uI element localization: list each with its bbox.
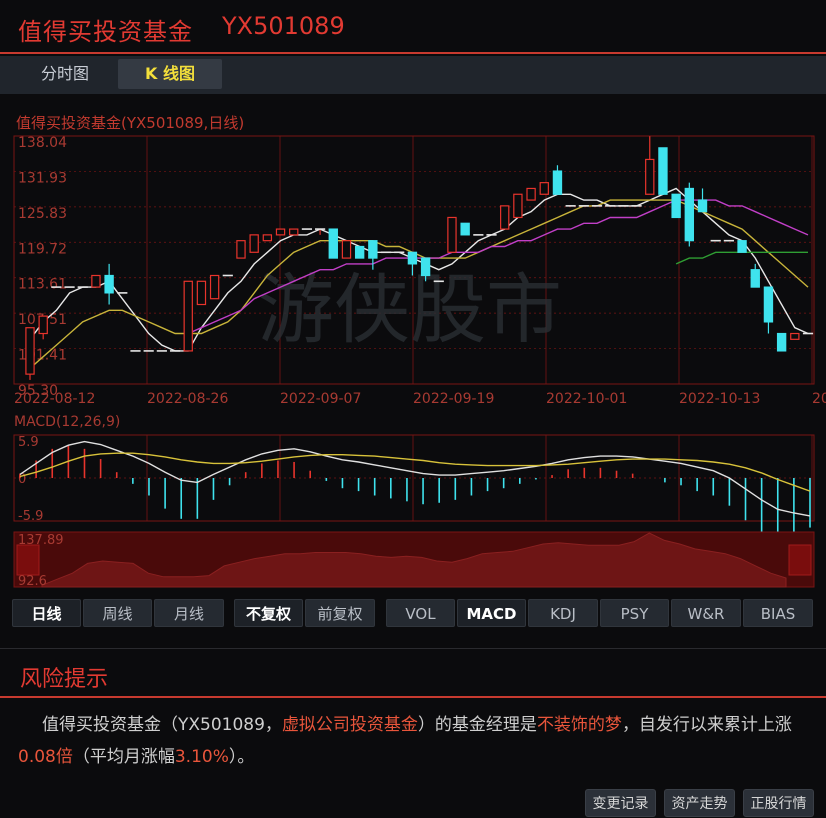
date-label: 2022-09-07 xyxy=(280,391,361,407)
fund-company: 虚拟公司投资基金 xyxy=(281,715,418,735)
indicator-macd-button[interactable]: MACD xyxy=(457,599,526,627)
candle-body xyxy=(25,327,35,375)
stock-quote-button[interactable]: 正股行情 xyxy=(743,789,814,817)
fund-code: YX501089 xyxy=(222,12,345,40)
chart-tabs: 分时图 K 线图 xyxy=(0,56,826,94)
period-day-button[interactable]: 日线 xyxy=(12,599,81,627)
overview-tick-label: 92.6 xyxy=(18,574,47,589)
date-label: 2022-09-19 xyxy=(413,391,494,407)
tab-kline[interactable]: K 线图 xyxy=(118,59,222,89)
candle-body xyxy=(671,193,681,219)
overview-right-handle xyxy=(788,544,812,576)
candle-body xyxy=(645,158,655,195)
candle-body xyxy=(526,187,536,201)
candle-body xyxy=(341,240,352,259)
indicator-wr-button[interactable]: W&R xyxy=(671,599,741,627)
indicator-bias-button[interactable]: BIAS xyxy=(743,599,813,627)
candle-body xyxy=(196,280,207,306)
candle-body xyxy=(447,216,457,253)
monthly-gain: 3.10% xyxy=(174,747,229,767)
indicator-kdj-button[interactable]: KDJ xyxy=(528,599,598,627)
candle-body xyxy=(460,222,470,236)
adjust-none-button[interactable]: 不复权 xyxy=(234,599,303,627)
candle-body xyxy=(658,147,668,195)
macd-tick-label: -5.9 xyxy=(18,509,43,524)
chart-title: 值得买投资基金(YX501089,日线) xyxy=(16,114,244,132)
ma60-line xyxy=(675,251,808,265)
date-label: 2022-10-01 xyxy=(546,391,627,407)
candle-body xyxy=(513,193,523,219)
watermark: 游侠股市 xyxy=(258,265,562,354)
candle-body xyxy=(697,199,708,213)
candle-body xyxy=(790,332,800,340)
candle-body xyxy=(183,280,193,352)
macd-tick-label: 5.9 xyxy=(18,435,39,450)
candle-body xyxy=(289,228,299,236)
candle-body xyxy=(737,240,747,253)
candle-body xyxy=(38,315,48,335)
date-label: 2022-10-23 xyxy=(812,391,826,407)
candle-body xyxy=(684,187,695,242)
indicator-vol-button[interactable]: VOL xyxy=(386,599,455,627)
overview-tick-label: 137.89 xyxy=(18,533,64,548)
period-month-button[interactable]: 月线 xyxy=(154,599,224,627)
adjust-forward-button[interactable]: 前复权 xyxy=(305,599,375,627)
risk-text-2: ）的基金经理是 xyxy=(417,715,537,735)
risk-text-1: 值得买投资基金（YX501089， xyxy=(42,715,282,735)
macd-label: MACD(12,26,9) xyxy=(14,414,120,430)
candle-body xyxy=(209,274,220,300)
date-label: 2022-10-13 xyxy=(679,391,760,407)
candle-body xyxy=(275,228,286,236)
fund-name: 值得买投资基金 xyxy=(18,18,193,46)
price-tick-label: 125.83 xyxy=(18,206,67,222)
price-tick-label: 113.61 xyxy=(18,277,67,293)
price-tick-label: 138.04 xyxy=(18,135,67,151)
candle-body xyxy=(539,182,549,195)
candle-body xyxy=(249,234,259,253)
risk-text-4: （平均月涨幅 xyxy=(72,747,175,767)
candle-body xyxy=(91,274,101,288)
candle-body xyxy=(262,234,273,242)
candle-body xyxy=(776,332,787,352)
change-log-button[interactable]: 变更记录 xyxy=(585,789,656,817)
dif-line xyxy=(19,440,811,517)
fund-manager: 不装饰的梦 xyxy=(536,715,622,735)
risk-description: 值得买投资基金（YX501089，虚拟公司投资基金）的基金经理是不装饰的梦，自发… xyxy=(18,709,818,773)
kline-chart[interactable]: 游侠股市 值得买投资基金(YX501089,日线) 138.04 131.93 125.… xyxy=(0,104,826,594)
asset-trend-button[interactable]: 资产走势 xyxy=(664,789,735,817)
candle-body xyxy=(236,240,246,259)
candle-body xyxy=(420,257,431,277)
date-label: 2022-08-12 xyxy=(14,391,95,407)
risk-text-5: ）。 xyxy=(228,747,255,767)
header: 值得买投资基金 YX501089 xyxy=(0,0,826,54)
date-label: 2022-08-26 xyxy=(147,391,228,407)
price-tick-label: 119.72 xyxy=(18,241,67,257)
risk-section-header: 风险提示 xyxy=(0,648,826,698)
period-week-button[interactable]: 周线 xyxy=(83,599,152,627)
candle-body xyxy=(763,286,774,323)
candle-body xyxy=(368,240,378,259)
candle-body xyxy=(750,269,760,288)
candle-body xyxy=(328,228,338,259)
price-tick-label: 131.93 xyxy=(18,170,67,186)
candle-body xyxy=(104,274,114,294)
candle-body xyxy=(354,245,365,259)
overview-left-handle xyxy=(16,544,40,576)
candle-body xyxy=(552,170,563,195)
total-gain: 0.08倍 xyxy=(18,747,73,767)
tab-intraday[interactable]: 分时图 xyxy=(20,59,110,89)
risk-text-3: ，自发行以来累计上涨 xyxy=(621,715,792,735)
risk-heading: 风险提示 xyxy=(20,667,109,692)
indicator-psy-button[interactable]: PSY xyxy=(600,599,669,627)
candle-body xyxy=(407,251,418,265)
candle-body xyxy=(500,205,510,230)
